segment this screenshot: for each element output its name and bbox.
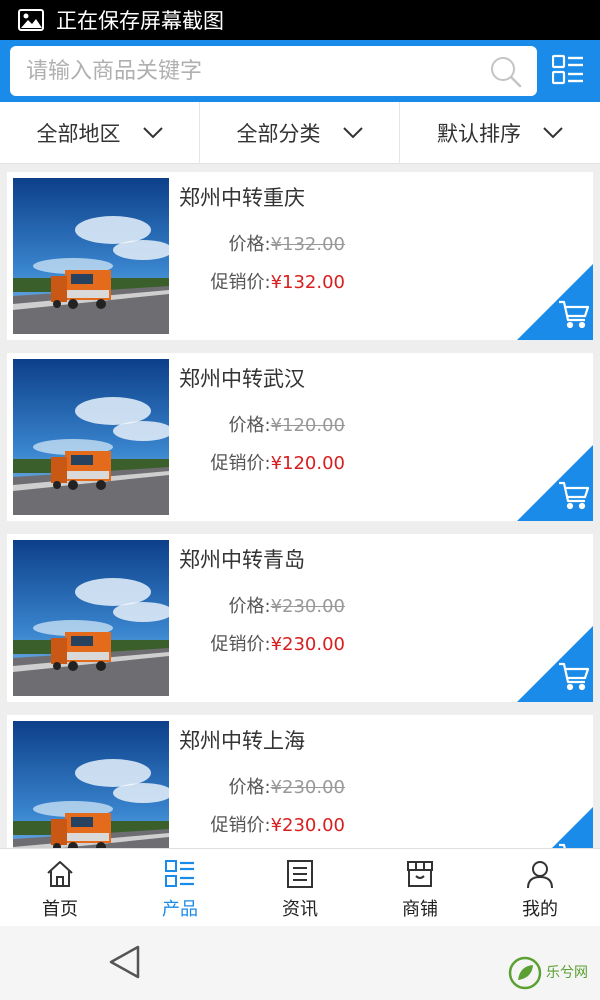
original-price-row: 价格:¥230.00 [179, 592, 345, 618]
home-icon [47, 861, 73, 887]
promo-price-row: 促销价:¥230.00 [179, 630, 345, 656]
system-nav-bar: 乐兮网 [0, 926, 600, 1000]
add-to-cart-button[interactable] [517, 264, 593, 340]
nav-item-products[interactable]: 产品 [120, 849, 240, 927]
search-header [0, 40, 600, 102]
product-image [13, 540, 169, 696]
product-card[interactable]: 郑州中转武汉 价格:¥120.00 促销价:¥120.00 [7, 353, 593, 521]
original-price: ¥230.00 [270, 777, 345, 798]
product-list: 郑州中转重庆 价格:¥132.00 促销价:¥132.00 郑州中转武汉 价格:… [0, 164, 600, 848]
nav-label-products: 产品 [162, 899, 198, 920]
add-to-cart-button[interactable] [517, 445, 593, 521]
chevron-down-icon [142, 127, 163, 139]
promo-price: ¥230.00 [270, 634, 345, 655]
product-card[interactable]: 郑州中转青岛 价格:¥230.00 促销价:¥230.00 [7, 534, 593, 702]
promo-label: 促销价: [210, 634, 271, 655]
promo-price: ¥120.00 [270, 453, 345, 474]
nav-item-home[interactable]: 首页 [0, 849, 120, 927]
nav-item-shop[interactable]: 商铺 [360, 849, 480, 927]
promo-label: 促销价: [210, 815, 271, 836]
original-price: ¥132.00 [270, 234, 345, 255]
filter-region-label: 全部地区 [36, 122, 121, 146]
promo-label: 促销价: [210, 453, 271, 474]
watermark-text: 乐兮网 [546, 965, 588, 981]
search-box [10, 46, 537, 96]
price-label: 价格: [228, 596, 271, 617]
product-image [13, 178, 169, 334]
promo-label: 促销价: [210, 272, 271, 293]
original-price-row: 价格:¥120.00 [179, 411, 345, 437]
original-price: ¥230.00 [270, 596, 345, 617]
filter-category-label: 全部分类 [236, 122, 321, 146]
price-label: 价格: [228, 415, 271, 436]
price-label: 价格: [228, 777, 271, 798]
nav-label-mine: 我的 [522, 899, 558, 920]
original-price-row: 价格:¥230.00 [179, 773, 345, 799]
add-to-cart-button[interactable] [517, 807, 593, 848]
promo-price-row: 促销价:¥230.00 [179, 811, 345, 837]
screenshot-icon [18, 9, 44, 31]
nav-item-mine[interactable]: 我的 [480, 849, 600, 927]
category-menu-icon[interactable] [552, 54, 584, 86]
news-icon [287, 860, 313, 888]
product-image [13, 721, 169, 848]
search-icon[interactable] [489, 55, 523, 89]
product-title[interactable]: 郑州中转上海 [179, 725, 305, 755]
shop-icon [407, 861, 433, 887]
product-title[interactable]: 郑州中转武汉 [179, 363, 305, 393]
nav-label-news: 资讯 [282, 899, 318, 920]
filter-category[interactable]: 全部分类 [200, 102, 400, 164]
product-image [13, 359, 169, 515]
original-price: ¥120.00 [270, 415, 345, 436]
leaf-logo-icon [508, 956, 542, 990]
filter-sort-label: 默认排序 [437, 122, 521, 146]
nav-label-shop: 商铺 [402, 899, 438, 920]
chevron-down-icon [342, 127, 363, 139]
product-card[interactable]: 郑州中转重庆 价格:¥132.00 促销价:¥132.00 [7, 172, 593, 340]
chevron-down-icon [543, 127, 563, 139]
nav-label-home: 首页 [42, 899, 78, 920]
price-label: 价格: [228, 234, 271, 255]
add-to-cart-button[interactable] [517, 626, 593, 702]
promo-price: ¥132.00 [270, 272, 345, 293]
original-price-row: 价格:¥132.00 [179, 230, 345, 256]
list-icon [165, 860, 194, 887]
filter-region[interactable]: 全部地区 [0, 102, 200, 164]
nav-item-news[interactable]: 资讯 [240, 849, 360, 927]
product-card[interactable]: 郑州中转上海 价格:¥230.00 促销价:¥230.00 [7, 715, 593, 848]
status-text: 正在保存屏幕截图 [56, 9, 224, 33]
filter-sort[interactable]: 默认排序 [400, 102, 600, 164]
promo-price-row: 促销价:¥132.00 [179, 268, 345, 294]
status-bar: 正在保存屏幕截图 [0, 0, 600, 40]
promo-price-row: 促销价:¥120.00 [179, 449, 345, 475]
promo-price: ¥230.00 [270, 815, 345, 836]
product-title[interactable]: 郑州中转重庆 [179, 182, 305, 212]
user-icon [527, 861, 553, 889]
watermark-logo: 乐兮网 [508, 956, 588, 990]
filter-bar: 全部地区 全部分类 默认排序 [0, 102, 600, 164]
bottom-nav: 首页 产品 资讯 商铺 我的 [0, 848, 600, 926]
back-triangle-icon[interactable] [108, 944, 142, 980]
product-title[interactable]: 郑州中转青岛 [179, 544, 305, 574]
search-input[interactable] [26, 58, 476, 84]
